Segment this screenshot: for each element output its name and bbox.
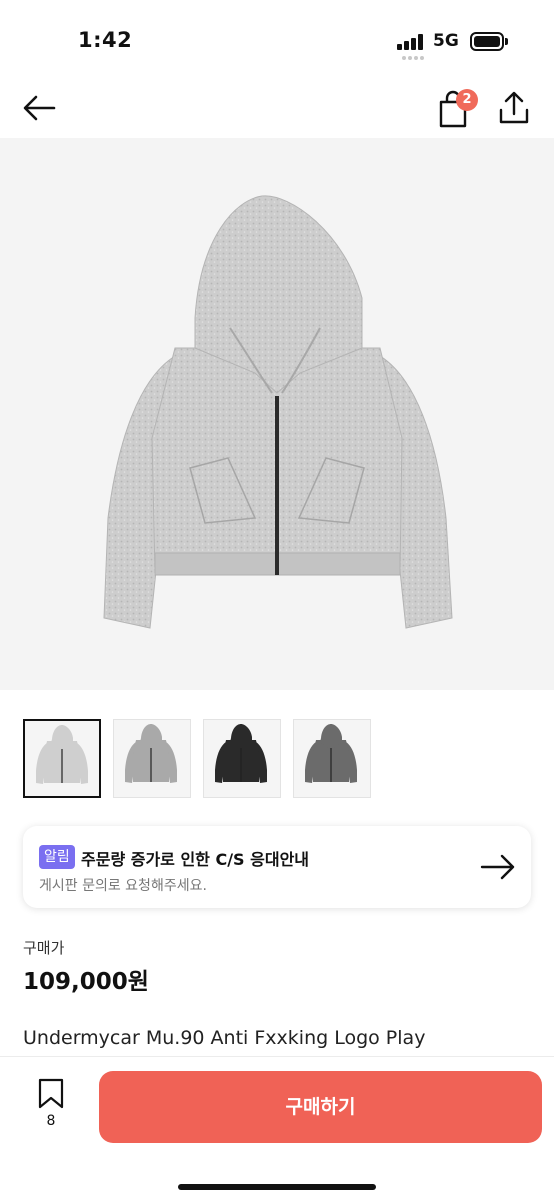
- signal-icon: [397, 34, 425, 50]
- bottom-action-bar: 8 구매하기: [0, 1056, 554, 1200]
- buy-button[interactable]: 구매하기: [99, 1071, 542, 1143]
- share-icon: [499, 91, 529, 124]
- battery-icon: [470, 32, 508, 51]
- thumbnail-gray-hoodie[interactable]: [113, 719, 191, 798]
- network-label: 5G: [433, 31, 459, 51]
- thumbnail-image: [125, 724, 177, 783]
- notice-tag: 알림: [39, 845, 75, 869]
- wishlist-count: 8: [46, 1113, 56, 1129]
- bookmark-icon: [38, 1078, 64, 1109]
- notice-banner[interactable]: 알림 주문량 증가로 인한 C/S 응대안내 게시판 문의로 요청해주세요.: [23, 826, 531, 908]
- thumbnail-image: [305, 724, 357, 783]
- notice-subtitle: 게시판 문의로 요청해주세요.: [39, 878, 207, 894]
- product-main-image[interactable]: [0, 138, 554, 690]
- price-label: 구매가: [23, 939, 65, 957]
- cart-badge: 2: [456, 89, 478, 111]
- status-time: 1:42: [78, 28, 133, 52]
- price-value: 109,000원: [23, 969, 149, 995]
- thumbnail-light-gray-hoodie[interactable]: [23, 719, 101, 798]
- share-button[interactable]: [494, 88, 534, 128]
- wishlist-button[interactable]: 8: [26, 1077, 76, 1137]
- back-button[interactable]: [20, 88, 60, 128]
- arrow-right-icon: [480, 854, 515, 880]
- thumbnail-charcoal-hoodie[interactable]: [293, 719, 371, 798]
- status-bar: 1:42 5G: [0, 0, 554, 80]
- hoodie-image: [103, 195, 453, 629]
- home-indicator: [178, 1184, 376, 1190]
- arrow-left-icon: [23, 95, 56, 121]
- thumbnail-image: [36, 725, 88, 784]
- product-title: Undermycar Mu.90 Anti Fxxking Logo Play: [23, 1027, 426, 1049]
- thumbnail-black-hoodie[interactable]: [203, 719, 281, 798]
- location-dots-icon: [402, 56, 424, 60]
- notice-title: 주문량 증가로 인한 C/S 응대안내: [81, 850, 310, 869]
- thumbnail-image: [215, 724, 267, 783]
